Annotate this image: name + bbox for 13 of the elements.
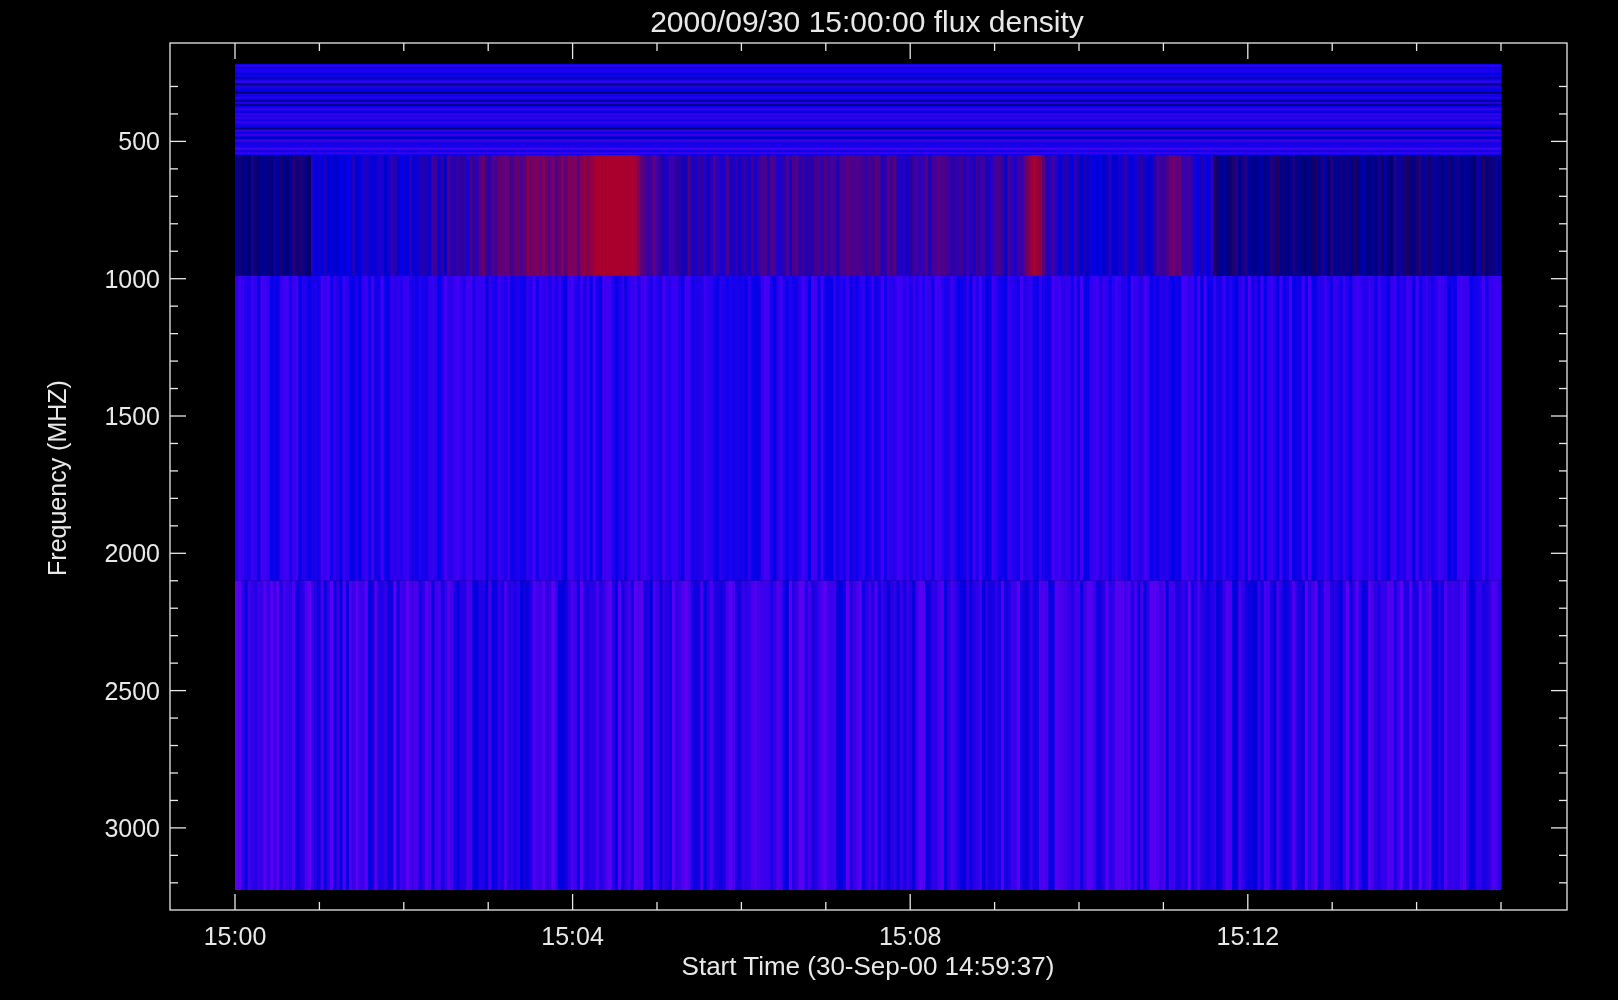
tick-label: 15:00: [203, 922, 267, 950]
tick-label: 2500: [104, 676, 160, 705]
tick-label: 1500: [104, 402, 160, 430]
tick-label: 1000: [104, 264, 160, 293]
tick-label: 15:08: [878, 922, 942, 950]
plot-title: 2000/09/30 15:00:00 flux density: [650, 5, 1084, 38]
x-axis-label: Start Time (30-Sep-00 14:59:37): [681, 951, 1055, 981]
tick-label: 2000: [104, 539, 160, 568]
tick-label: 15:12: [1216, 922, 1280, 950]
y-axis-label: Frequency (MHZ): [43, 380, 71, 576]
tick-label: 15:04: [541, 922, 604, 950]
tick-label: 500: [118, 127, 160, 156]
tick-label: 3000: [104, 813, 160, 842]
